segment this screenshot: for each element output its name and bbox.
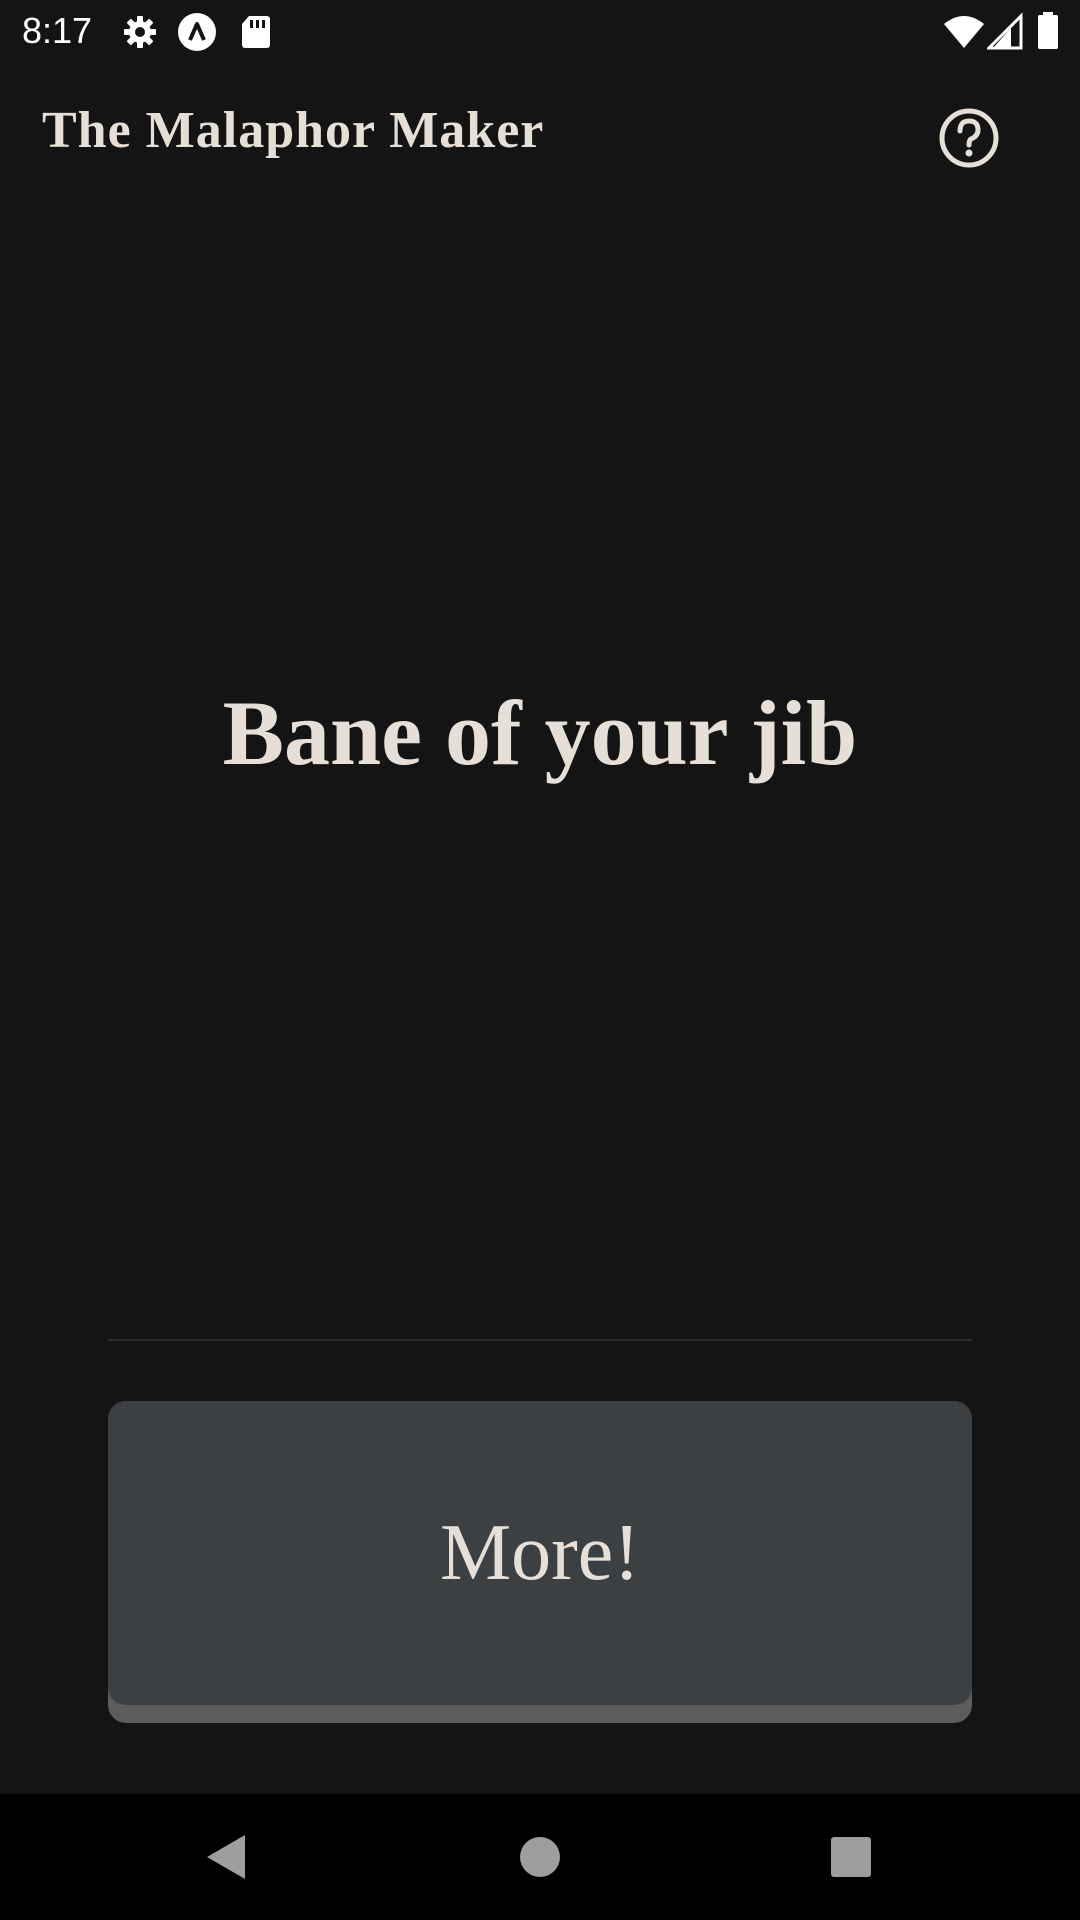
divider [108,1339,972,1341]
app-notification-icon [177,12,217,52]
app-bar: The Malaphor Maker [0,63,1080,210]
status-time: 8:17 [22,10,93,51]
more-button[interactable]: More! [108,1401,972,1723]
navigation-bar [0,1794,1080,1920]
more-button-face: More! [108,1401,972,1705]
app-title: The Malaphor Maker [42,102,545,159]
wifi-icon [942,12,984,52]
battery-icon [1036,12,1076,52]
back-icon[interactable] [197,1829,253,1885]
help-button[interactable] [938,107,1000,169]
cell-signal-icon [985,12,1027,52]
sd-card-icon [235,12,275,52]
home-icon[interactable] [512,1829,568,1885]
more-button-label: More! [440,1508,640,1597]
recents-icon[interactable] [823,1829,879,1885]
help-circle-icon [938,108,1000,173]
status-bar: 8:17 [0,0,1080,63]
gear-icon [120,12,160,52]
malaphor-phrase: Bane of your jib [222,682,858,784]
